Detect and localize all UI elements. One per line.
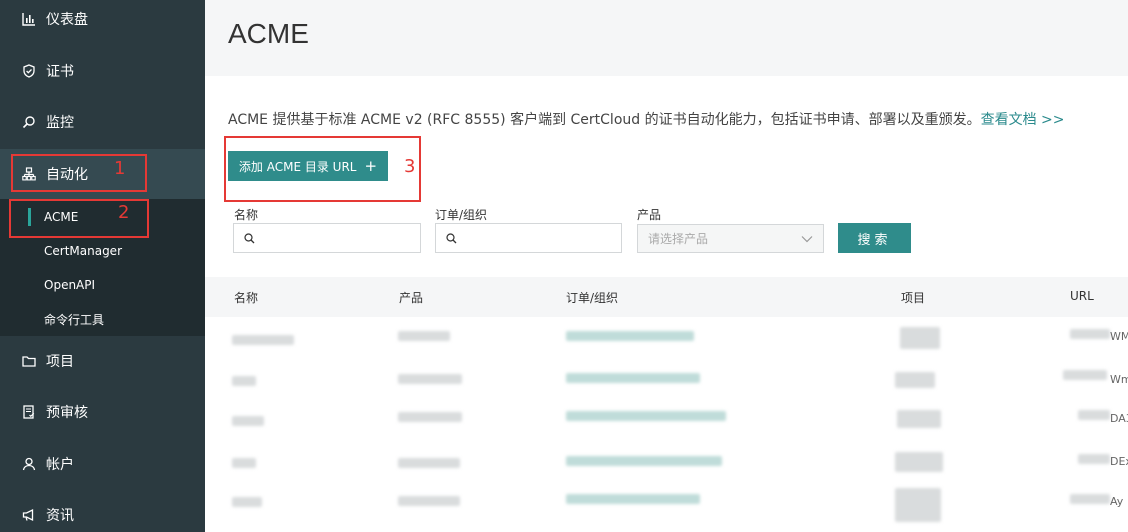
blurred-cell <box>566 456 722 466</box>
bar-chart-icon <box>22 12 36 26</box>
blurred-cell <box>1070 494 1110 504</box>
sidebar-subitem-openapi[interactable]: OpenAPI <box>0 269 205 301</box>
search-icon <box>22 115 36 129</box>
blurred-cell <box>232 416 264 426</box>
blurred-cell <box>1063 370 1107 380</box>
blurred-cell <box>232 335 294 345</box>
annotation-number-2: 2 <box>118 202 130 223</box>
blurred-cell <box>232 497 262 507</box>
order-search-field[interactable] <box>463 231 613 245</box>
blurred-cell <box>566 494 700 504</box>
sidebar-subitem-label: CertManager <box>44 244 122 258</box>
shield-check-icon <box>22 64 36 78</box>
name-filter-input[interactable] <box>233 223 421 253</box>
blurred-cell <box>398 331 450 341</box>
annotation-box-1 <box>11 154 147 192</box>
blurred-cell <box>1070 329 1110 339</box>
page-header: ACME <box>205 0 1128 76</box>
megaphone-icon <box>22 508 36 522</box>
table-header: 名称 产品 订单/组织 项目 URL <box>205 277 1128 317</box>
sidebar-item-label: 项目 <box>46 354 74 370</box>
order-filter-input[interactable] <box>435 223 622 253</box>
product-filter-label: 产品 <box>637 208 662 222</box>
blurred-cell <box>895 452 943 472</box>
sidebar-item-label: 监控 <box>46 115 74 131</box>
sidebar-item-projects[interactable]: 项目 <box>0 336 205 386</box>
page-title: ACME <box>228 18 309 49</box>
column-header-project[interactable]: 项目 <box>901 289 925 306</box>
document-check-icon <box>22 405 36 419</box>
search-button[interactable]: 搜索 <box>838 223 911 253</box>
table-row[interactable]: Wm <box>205 360 1128 403</box>
column-header-url[interactable]: URL <box>1070 289 1094 303</box>
blurred-cell <box>566 373 700 383</box>
product-select[interactable]: 请选择产品 <box>637 224 824 253</box>
column-header-product[interactable]: 产品 <box>399 289 423 306</box>
main-content: ACME ACME 提供基于标准 ACME v2 (RFC 8555) 客户端到… <box>205 0 1128 532</box>
blurred-cell <box>398 412 462 422</box>
description-text: ACME 提供基于标准 ACME v2 (RFC 8555) 客户端到 Cert… <box>228 112 981 128</box>
blurred-cell <box>895 488 941 522</box>
blurred-cell <box>398 458 460 468</box>
url-cell-tail: Ay <box>1110 495 1124 508</box>
blurred-cell <box>566 411 726 421</box>
folder-icon <box>22 354 36 368</box>
sidebar-subitem-label: OpenAPI <box>44 278 96 292</box>
table-row[interactable]: Ay <box>205 488 1128 531</box>
order-filter-label: 订单/组织 <box>435 208 488 222</box>
search-icon <box>244 232 255 243</box>
table-row[interactable]: WM <box>205 317 1128 360</box>
sidebar-item-news[interactable]: 资讯 <box>0 490 205 532</box>
sidebar: 仪表盘 证书 监控 自动化 ACME CertManager OpenAPI 命… <box>0 0 205 532</box>
name-search-field[interactable] <box>261 231 411 245</box>
url-cell-tail: WM <box>1110 330 1128 343</box>
sidebar-item-account[interactable]: 帐户 <box>0 439 205 489</box>
blurred-cell <box>897 410 941 428</box>
column-header-order[interactable]: 订单/组织 <box>566 289 618 306</box>
blurred-cell <box>566 331 694 341</box>
blurred-cell <box>900 327 940 349</box>
table-row[interactable]: DEx <box>205 446 1128 489</box>
blurred-cell <box>398 374 462 384</box>
sidebar-item-label: 帐户 <box>46 457 74 473</box>
annotation-number-1: 1 <box>114 158 126 179</box>
sidebar-subitem-label: 命令行工具 <box>44 312 105 327</box>
docs-link[interactable]: 查看文档 >> <box>981 112 1065 128</box>
blurred-cell <box>1078 410 1110 420</box>
annotation-box-3 <box>224 136 421 202</box>
sidebar-item-monitoring[interactable]: 监控 <box>0 97 205 147</box>
column-header-name[interactable]: 名称 <box>234 289 258 306</box>
blurred-cell <box>1078 454 1110 464</box>
blurred-cell <box>232 458 256 468</box>
chevron-down-icon <box>801 235 813 242</box>
sidebar-item-label: 预审核 <box>46 405 88 421</box>
blurred-cell <box>232 376 256 386</box>
user-icon <box>22 457 36 471</box>
sidebar-item-certificates[interactable]: 证书 <box>0 46 205 96</box>
sidebar-subitem-certmanager[interactable]: CertManager <box>0 235 205 267</box>
blurred-cell <box>895 372 935 388</box>
page-description: ACME 提供基于标准 ACME v2 (RFC 8555) 客户端到 Cert… <box>228 109 1065 129</box>
annotation-number-3: 3 <box>404 156 416 177</box>
search-icon <box>446 232 457 243</box>
url-cell-tail: Wm <box>1110 373 1128 386</box>
blurred-cell <box>398 496 460 506</box>
name-filter-label: 名称 <box>234 208 259 222</box>
sidebar-item-prevalidation[interactable]: 预审核 <box>0 387 205 437</box>
sidebar-item-label: 资讯 <box>46 508 74 524</box>
sidebar-subitem-cli[interactable]: 命令行工具 <box>0 303 205 335</box>
url-cell-tail: DA3 <box>1110 412 1128 425</box>
sidebar-item-dashboard[interactable]: 仪表盘 <box>0 0 205 44</box>
sidebar-item-label: 证书 <box>46 64 74 80</box>
product-select-placeholder: 请选择产品 <box>648 232 709 246</box>
sidebar-item-label: 仪表盘 <box>46 12 88 28</box>
table-row[interactable]: DA3 <box>205 402 1128 445</box>
url-cell-tail: DEx <box>1110 455 1128 468</box>
